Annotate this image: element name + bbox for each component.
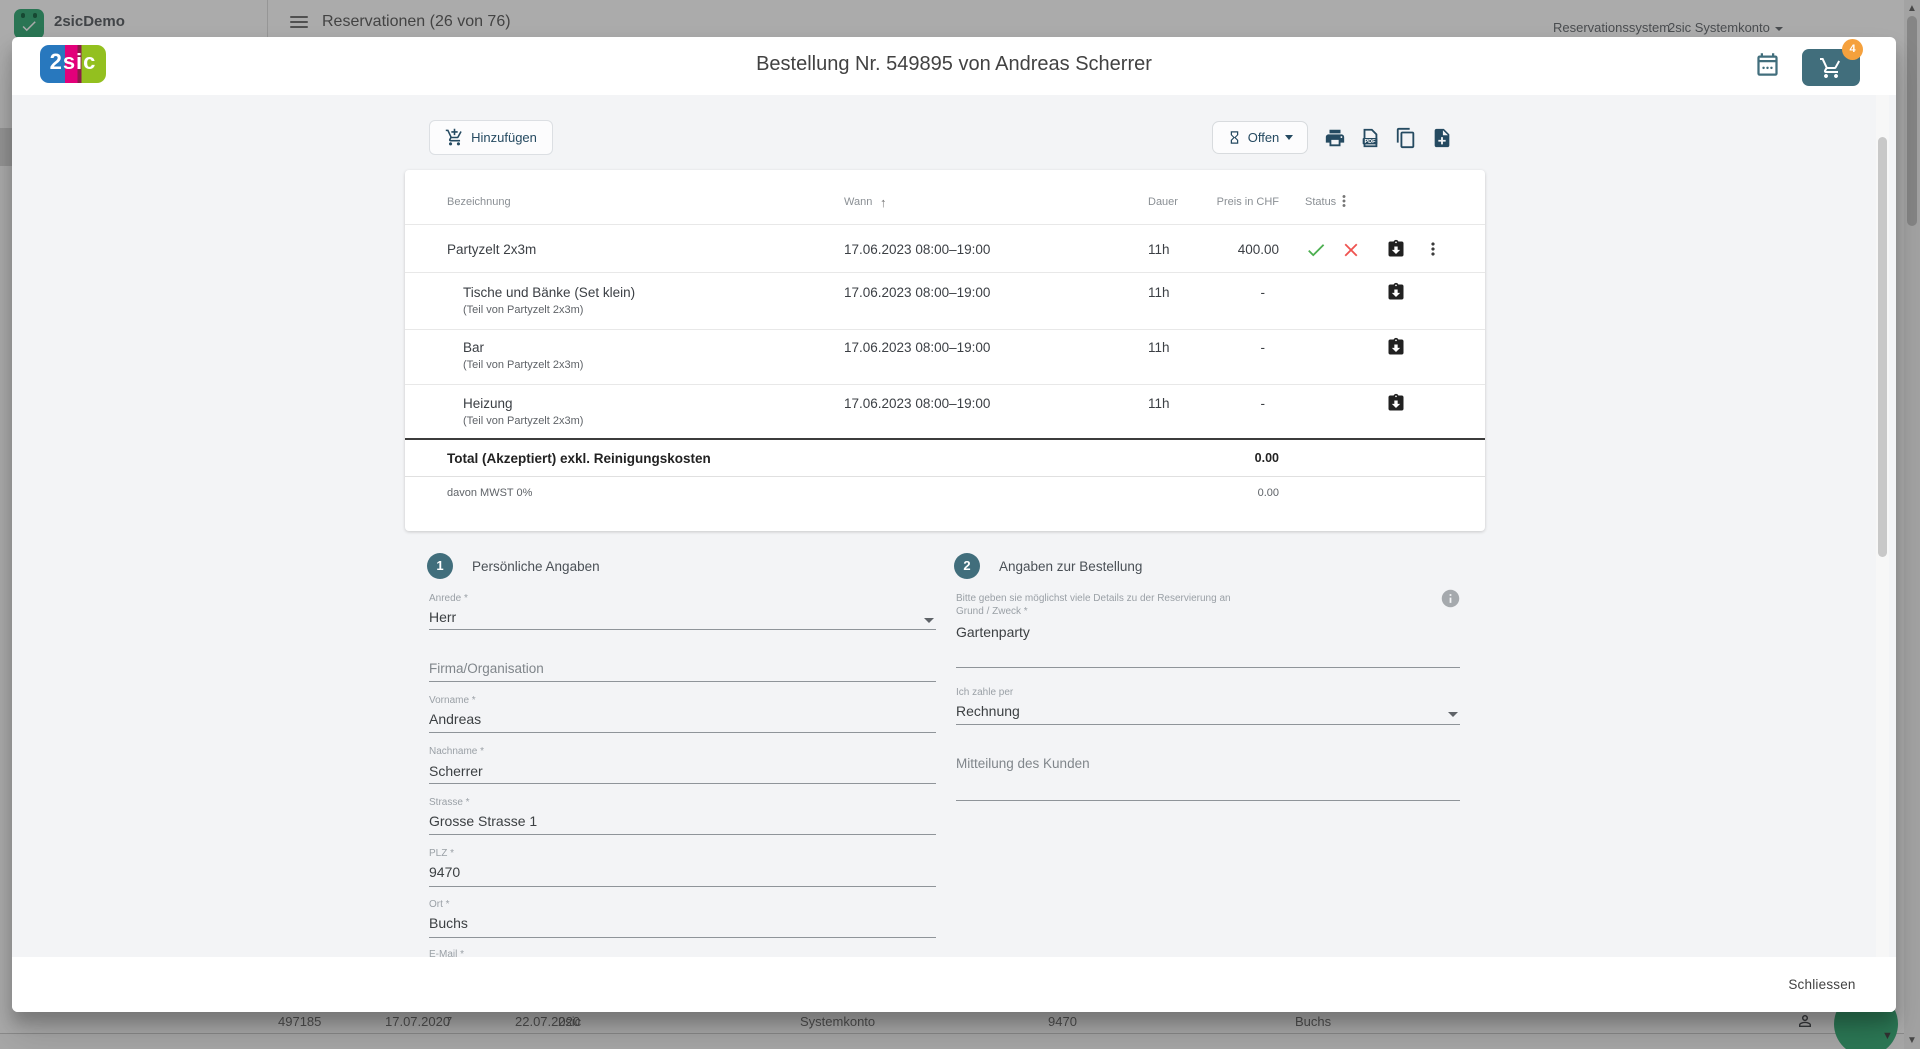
field-underline xyxy=(956,667,1460,668)
note-add-icon[interactable] xyxy=(1431,127,1455,151)
sort-asc-icon[interactable]: ↑ xyxy=(880,195,887,210)
strasse-input[interactable]: Grosse Strasse 1 xyxy=(429,813,537,829)
section2-step-badge: 2 xyxy=(954,553,980,579)
field-underline xyxy=(429,732,936,733)
divider xyxy=(405,384,1485,385)
copy-icon[interactable] xyxy=(1395,127,1419,151)
nachname-input[interactable]: Scherrer xyxy=(429,763,483,779)
item-wann: 17.06.2023 08:00–19:00 xyxy=(844,242,990,257)
total-label: Total (Akzeptiert) exkl. Reinigungskoste… xyxy=(447,451,711,466)
item-preis: - xyxy=(1159,285,1279,300)
svg-text:PDF: PDF xyxy=(1365,139,1377,145)
section2-title: Angaben zur Bestellung xyxy=(999,559,1142,574)
col-bezeichnung: Bezeichnung xyxy=(447,196,511,208)
item-preis: - xyxy=(1159,340,1279,355)
chevron-down-icon[interactable] xyxy=(924,618,934,623)
grund-hint-2: Grund / Zweck * xyxy=(956,606,1028,617)
grund-textarea[interactable]: Gartenparty xyxy=(956,624,1030,640)
column-menu-icon[interactable] xyxy=(1335,192,1353,215)
dialog-scrollbar-thumb[interactable] xyxy=(1878,137,1887,557)
ort-label: Ort * xyxy=(429,899,450,910)
total-value: 0.00 xyxy=(1159,451,1279,465)
archive-icon[interactable] xyxy=(1386,239,1406,264)
anrede-select[interactable]: Herr xyxy=(429,609,456,625)
firma-input[interactable]: Firma/Organisation xyxy=(429,661,544,676)
mwst-label: davon MWST 0% xyxy=(447,487,532,499)
archive-icon[interactable] xyxy=(1386,393,1406,418)
hourglass-icon xyxy=(1227,130,1242,145)
zahlung-select[interactable]: Rechnung xyxy=(956,703,1020,719)
field-underline xyxy=(429,783,936,784)
col-preis: Preis in CHF xyxy=(1159,196,1279,208)
strasse-label: Strasse * xyxy=(429,797,470,808)
field-underline xyxy=(429,937,936,938)
dialog-title: Bestellung Nr. 549895 von Andreas Scherr… xyxy=(12,53,1896,76)
mitteilung-textarea[interactable]: Mitteilung des Kunden xyxy=(956,756,1090,771)
archive-icon[interactable] xyxy=(1386,282,1406,307)
anrede-label: Anrede * xyxy=(429,593,468,604)
archive-icon[interactable] xyxy=(1386,337,1406,362)
print-icon[interactable] xyxy=(1324,127,1348,151)
section1-step-badge: 1 xyxy=(427,553,453,579)
chevron-down-icon xyxy=(1285,135,1293,140)
screen: 2sicDemo Reservationen (26 von 76) Reser… xyxy=(0,0,1920,1049)
close-button[interactable]: Schliessen xyxy=(1772,968,1872,1002)
pdf-export-icon[interactable]: PDF xyxy=(1359,127,1383,151)
cart-badge: 4 xyxy=(1842,39,1863,60)
field-underline xyxy=(956,724,1460,725)
item-preis: 400.00 xyxy=(1159,242,1279,257)
field-underline xyxy=(429,681,936,682)
item-preis: - xyxy=(1159,396,1279,411)
grund-hint-1: Bitte geben sie möglichst viele Details … xyxy=(956,593,1231,604)
item-name: Heizung xyxy=(463,396,513,411)
item-name: Tische und Bänke (Set klein) xyxy=(463,285,635,300)
dialog-footer xyxy=(12,957,1896,1012)
ort-input[interactable]: Buchs xyxy=(429,915,468,931)
item-teil: (Teil von Partyzelt 2x3m) xyxy=(463,304,583,316)
item-teil: (Teil von Partyzelt 2x3m) xyxy=(463,359,583,371)
divider xyxy=(405,476,1485,477)
add-shopping-cart-icon xyxy=(445,128,464,147)
plz-input[interactable]: 9470 xyxy=(429,864,460,880)
section1-title: Persönliche Angaben xyxy=(472,559,600,574)
field-underline xyxy=(429,629,936,630)
add-item-button[interactable]: Hinzufügen xyxy=(429,120,553,155)
vorname-label: Vorname * xyxy=(429,695,476,706)
col-wann[interactable]: Wann xyxy=(844,196,872,208)
field-underline xyxy=(956,800,1460,801)
plz-label: PLZ * xyxy=(429,848,454,859)
order-dialog: 2sic Bestellung Nr. 549895 von Andreas S… xyxy=(12,37,1896,1012)
info-icon[interactable] xyxy=(1440,588,1461,614)
order-items-table: Bezeichnung Wann ↑ Dauer Preis in CHF St… xyxy=(405,170,1485,531)
vorname-input[interactable]: Andreas xyxy=(429,711,481,727)
cart-icon xyxy=(1819,56,1843,80)
field-underline xyxy=(429,886,936,887)
accept-icon[interactable] xyxy=(1305,239,1327,266)
divider xyxy=(405,224,1485,225)
field-underline xyxy=(429,834,936,835)
item-name: Partyzelt 2x3m xyxy=(447,242,536,257)
total-divider xyxy=(405,438,1485,440)
item-name: Bar xyxy=(463,340,484,355)
chevron-down-icon[interactable] xyxy=(1448,712,1458,717)
item-wann: 17.06.2023 08:00–19:00 xyxy=(844,396,990,411)
mwst-value: 0.00 xyxy=(1159,487,1279,499)
item-teil: (Teil von Partyzelt 2x3m) xyxy=(463,415,583,427)
divider xyxy=(405,329,1485,330)
item-wann: 17.06.2023 08:00–19:00 xyxy=(844,340,990,355)
zahlung-label: Ich zahle per xyxy=(956,687,1013,698)
nachname-label: Nachname * xyxy=(429,746,484,757)
status-dropdown[interactable]: Offen xyxy=(1212,121,1308,154)
col-status: Status xyxy=(1305,196,1336,208)
calendar-icon[interactable] xyxy=(1754,51,1784,81)
item-wann: 17.06.2023 08:00–19:00 xyxy=(844,285,990,300)
more-vert-icon[interactable] xyxy=(1423,239,1443,264)
divider xyxy=(405,272,1485,273)
reject-icon[interactable] xyxy=(1340,239,1362,266)
